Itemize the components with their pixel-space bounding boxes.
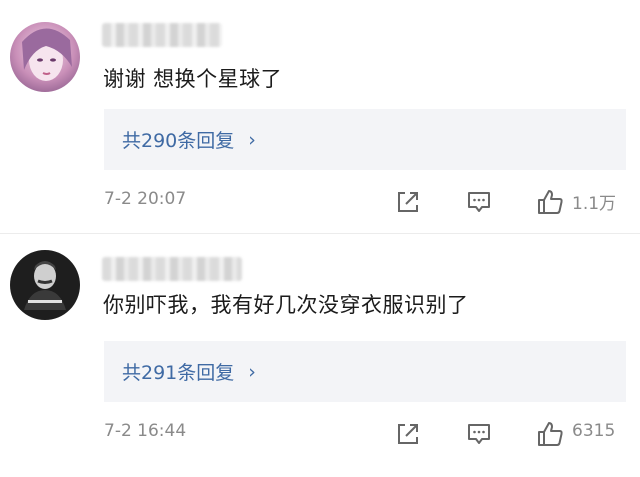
chevron-right-icon: › bbox=[248, 128, 256, 151]
chevron-right-icon: › bbox=[248, 360, 256, 383]
share-icon[interactable] bbox=[393, 187, 423, 217]
comment-text: 你别吓我，我有好几次没穿衣服识别了 bbox=[103, 293, 469, 317]
timestamp: 7-2 20:07 bbox=[104, 189, 187, 209]
comment-text: 谢谢 想换个星球了 bbox=[103, 67, 283, 91]
replies-count-label: 共291条回复 bbox=[122, 362, 235, 384]
timestamp: 7-2 16:44 bbox=[104, 421, 187, 441]
like-count: 6315 bbox=[572, 421, 616, 441]
comment-footer: 7-2 16:44 6315 bbox=[0, 419, 640, 449]
comment-icon[interactable] bbox=[464, 187, 494, 217]
username-blurred[interactable] bbox=[102, 23, 222, 47]
username-blurred[interactable] bbox=[102, 257, 242, 281]
avatar[interactable] bbox=[10, 250, 80, 320]
comment-item: 谢谢 想换个星球了 共290条回复 › 7-2 20:07 1.1万 bbox=[0, 0, 640, 233]
like-count: 1.1万 bbox=[572, 194, 617, 214]
comment-item: 你别吓我，我有好几次没穿衣服识别了 共291条回复 › 7-2 16:44 63… bbox=[0, 233, 640, 477]
replies-count-label: 共290条回复 bbox=[122, 130, 235, 152]
view-replies-button[interactable]: 共290条回复 › bbox=[104, 109, 626, 170]
comment-footer: 7-2 20:07 1.1万 bbox=[0, 187, 640, 217]
share-icon[interactable] bbox=[393, 419, 423, 449]
comment-icon[interactable] bbox=[464, 419, 494, 449]
like-icon[interactable] bbox=[535, 187, 565, 217]
avatar[interactable] bbox=[10, 22, 80, 92]
view-replies-button[interactable]: 共291条回复 › bbox=[104, 341, 626, 402]
like-icon[interactable] bbox=[535, 419, 565, 449]
